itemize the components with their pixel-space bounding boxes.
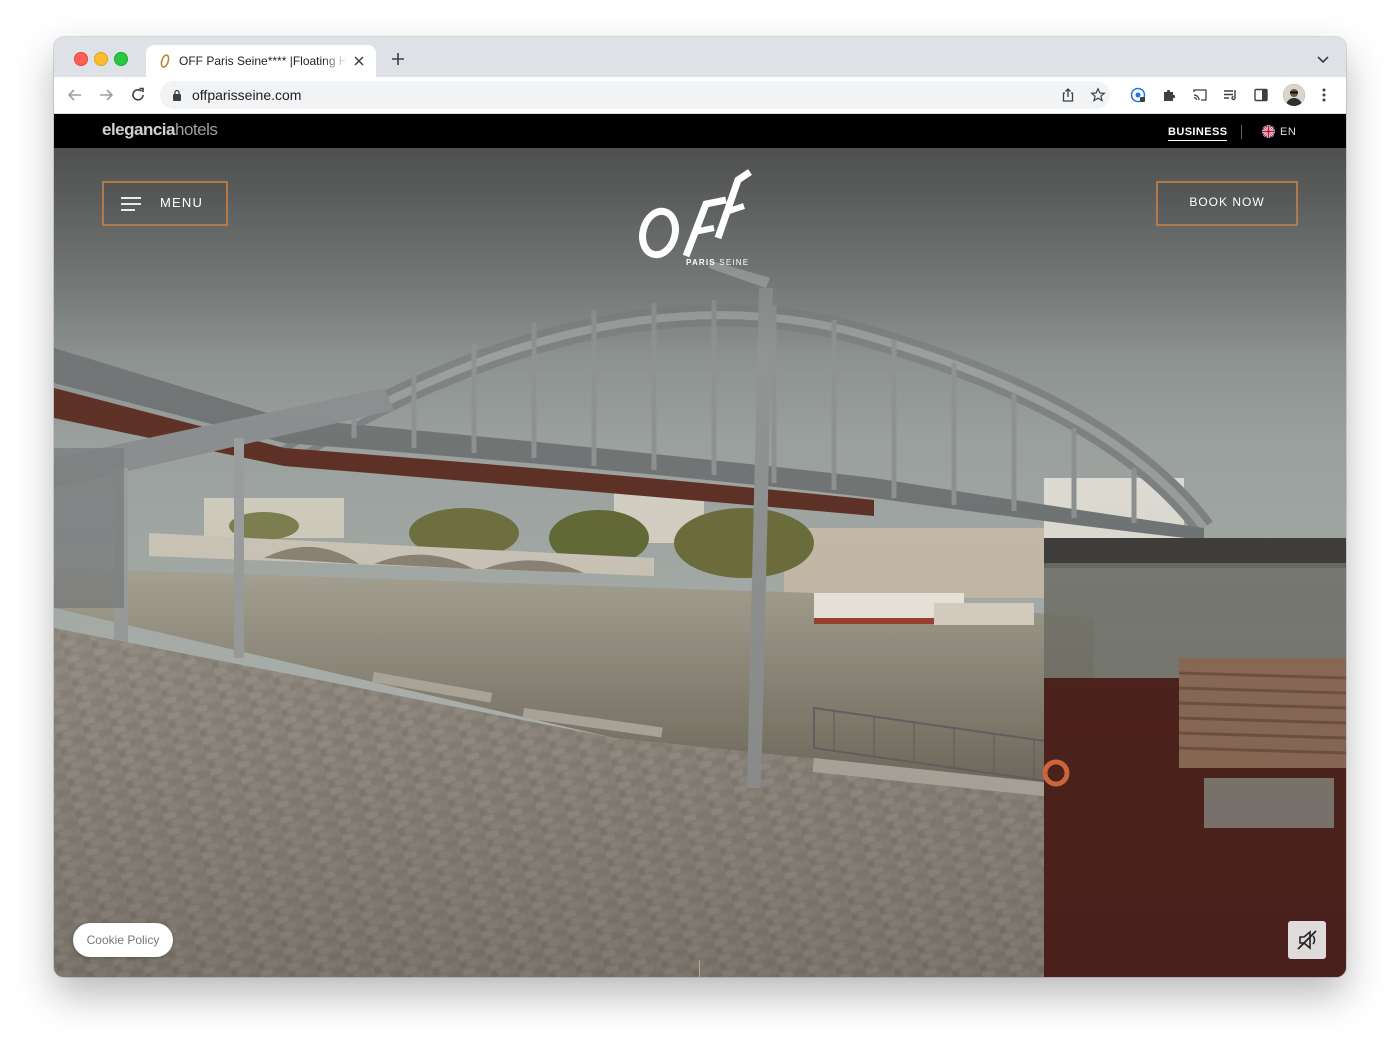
back-arrow-icon[interactable] (66, 86, 84, 104)
close-window-button[interactable] (74, 52, 88, 66)
tab-close-icon[interactable] (352, 54, 366, 68)
star-icon[interactable] (1090, 87, 1106, 103)
lock-icon[interactable] (172, 89, 182, 101)
share-icon[interactable] (1060, 87, 1076, 103)
book-now-label: BOOK NOW (1189, 195, 1265, 209)
business-link[interactable]: BUSINESS (1168, 126, 1228, 141)
elegancia-hotels-logo[interactable]: eleganciahotels (102, 120, 218, 140)
off-logo-mark (639, 169, 752, 259)
forward-arrow-icon[interactable] (97, 86, 115, 104)
url-text[interactable]: offparisseine.com (192, 87, 301, 103)
cookie-policy-button[interactable]: Cookie Policy (73, 923, 173, 957)
logo-subtitle: PARIS SEINE (686, 258, 750, 267)
kebab-menu-icon[interactable] (1316, 87, 1332, 103)
language-code: EN (1280, 126, 1297, 138)
menu-button[interactable]: MENU (102, 181, 228, 226)
browser-window: OFF Paris Seine**** |Floating H offparis… (54, 37, 1346, 977)
mute-toggle-button[interactable] (1288, 921, 1326, 959)
cast-icon[interactable] (1192, 87, 1208, 103)
scroll-indicator (699, 960, 700, 977)
browser-toolbar: offparisseine.com (54, 77, 1346, 114)
extension-icon[interactable] (1130, 87, 1146, 103)
minimize-window-button[interactable] (94, 52, 108, 66)
maximize-window-button[interactable] (114, 52, 128, 66)
tab-title: OFF Paris Seine**** |Floating H (179, 54, 347, 68)
book-now-button[interactable]: BOOK NOW (1156, 181, 1298, 226)
favicon-icon (160, 54, 170, 68)
new-tab-icon[interactable] (390, 51, 406, 67)
address-bar[interactable]: offparisseine.com (160, 81, 1110, 109)
volume-mute-icon (1297, 930, 1317, 950)
tab-search-icon[interactable] (1316, 53, 1330, 65)
active-tab[interactable]: OFF Paris Seine**** |Floating H (146, 45, 376, 77)
reading-list-icon[interactable] (1222, 87, 1238, 103)
off-paris-seine-logo[interactable]: PARIS SEINE (634, 168, 752, 274)
hero-video: MENU PARIS SEINE BOOK NOW Cookie Policy (54, 148, 1346, 977)
hamburger-icon (121, 197, 141, 211)
top-bar-divider (1241, 125, 1242, 139)
tab-strip: OFF Paris Seine**** |Floating H (54, 37, 1346, 77)
puzzle-icon[interactable] (1161, 87, 1177, 103)
uk-flag-icon (1262, 125, 1275, 138)
top-bar: eleganciahotels BUSINESS EN (54, 114, 1346, 148)
side-panel-icon[interactable] (1253, 87, 1269, 103)
web-page: eleganciahotels BUSINESS EN MENU PARIS S… (54, 114, 1346, 977)
profile-avatar[interactable] (1283, 84, 1305, 106)
menu-label: MENU (160, 195, 204, 210)
reload-icon[interactable] (129, 86, 147, 104)
